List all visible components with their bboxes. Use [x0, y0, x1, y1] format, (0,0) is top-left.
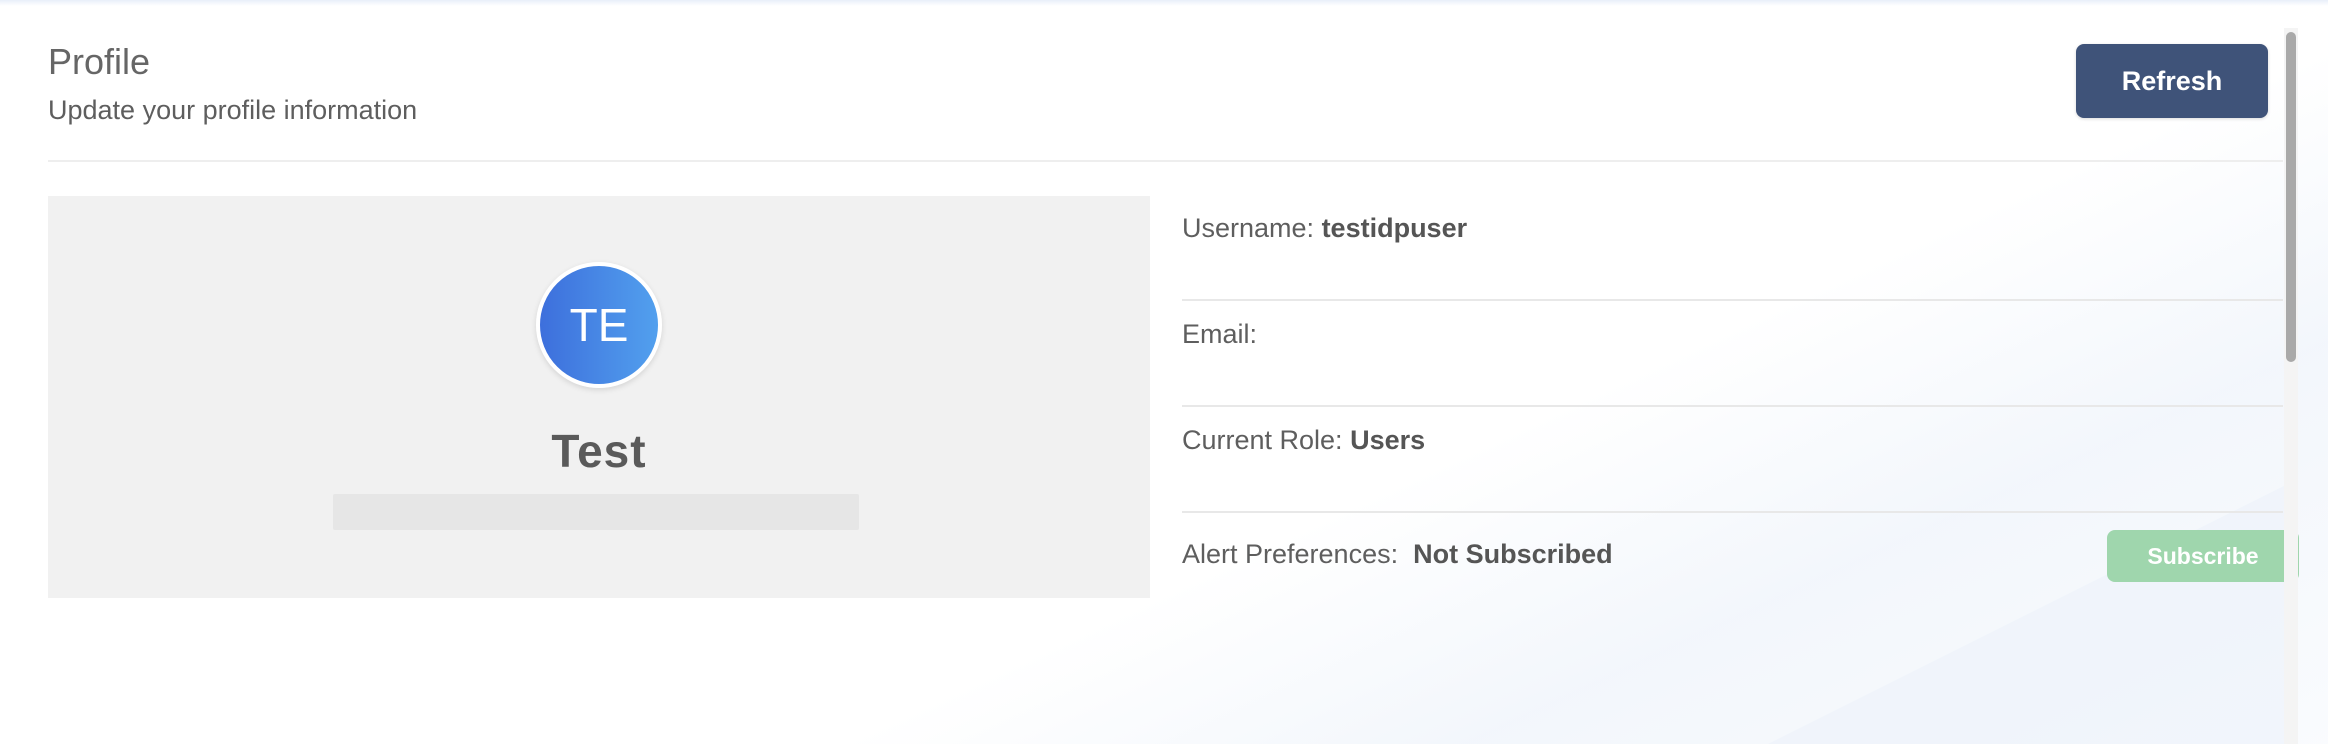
username-row: Username: testidpuser [1182, 212, 2283, 244]
alert-preferences-label: Alert Preferences: [1182, 539, 1399, 569]
profile-page: Profile Update your profile information … [48, 0, 2299, 744]
scrollbar-thumb[interactable] [2286, 32, 2296, 362]
page-subtitle: Update your profile information [48, 95, 418, 125]
divider [1182, 511, 2283, 513]
email-row: Email: [1182, 318, 2283, 350]
page-header: Profile Update your profile information … [48, 0, 2283, 162]
username-value: testidpuser [1321, 213, 1468, 243]
email-label: Email: [1182, 319, 1258, 349]
avatar: TE [536, 262, 662, 388]
display-name: Test [551, 425, 647, 477]
username-label: Username: [1182, 213, 1315, 243]
role-label: Current Role: [1182, 425, 1343, 455]
page-title: Profile [48, 41, 151, 82]
subscribe-button[interactable]: Subscribe [2107, 530, 2299, 582]
role-value: Users [1350, 425, 1426, 455]
refresh-button[interactable]: Refresh [2076, 44, 2268, 118]
loading-placeholder-bar [333, 494, 859, 530]
divider [1182, 299, 2283, 301]
divider [1182, 405, 2283, 407]
profile-card: TE Test [48, 196, 1150, 598]
alert-preferences-value: Not Subscribed [1413, 539, 1613, 569]
role-row: Current Role: Users [1182, 424, 2283, 456]
